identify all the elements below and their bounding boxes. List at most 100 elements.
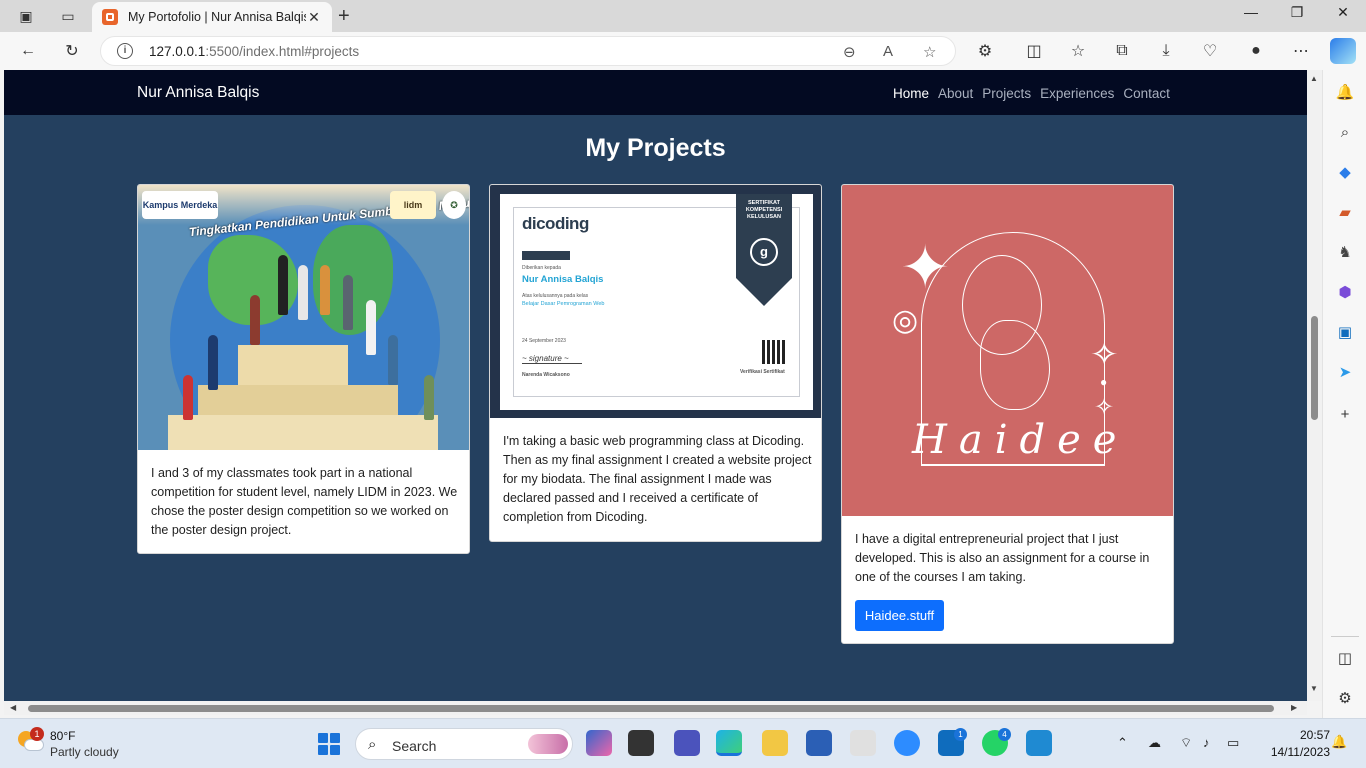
- task-view-icon[interactable]: [628, 730, 654, 756]
- tools-icon[interactable]: ▰: [1335, 202, 1355, 222]
- file-explorer-icon[interactable]: [762, 730, 788, 756]
- workspaces-icon[interactable]: ▣: [16, 6, 36, 26]
- start-button[interactable]: [318, 733, 340, 755]
- minimize-icon[interactable]: —: [1228, 4, 1274, 20]
- extensions-icon[interactable]: ⚙: [974, 40, 996, 62]
- scroll-up-icon[interactable]: ▲: [1310, 74, 1318, 83]
- poster-figure: [183, 375, 193, 420]
- nav-experiences[interactable]: Experiences: [1040, 86, 1114, 101]
- zoom-out-icon[interactable]: ⊖: [843, 43, 856, 61]
- scroll-right-icon[interactable]: ▶: [1291, 703, 1297, 712]
- poster-figure: [320, 265, 330, 315]
- browser-toolbar: ← ↻ i 127.0.0.1:5500/index.html#projects…: [0, 32, 1366, 70]
- tab-title: My Portofolio | Nur Annisa Balqis: [128, 10, 306, 24]
- weather-temp[interactable]: 80°F: [50, 729, 75, 743]
- refresh-icon[interactable]: ↻: [61, 40, 83, 62]
- mail-badge: 1: [954, 728, 967, 741]
- site-info-icon[interactable]: i: [117, 43, 133, 59]
- nav-projects[interactable]: Projects: [982, 86, 1031, 101]
- vertical-tabs-icon[interactable]: ▭: [58, 6, 78, 26]
- scroll-down-icon[interactable]: ▼: [1310, 684, 1318, 693]
- games-icon[interactable]: ♞: [1335, 242, 1355, 262]
- logo-arch-base: [921, 464, 1105, 466]
- teams-icon[interactable]: [674, 730, 700, 756]
- taskbar-search[interactable]: ⌕ Search: [355, 728, 573, 760]
- profile-icon[interactable]: ●: [1245, 40, 1267, 62]
- nav-home[interactable]: Home: [893, 86, 929, 101]
- add-sidebar-app-icon[interactable]: +: [1335, 404, 1355, 424]
- cert-passed-text: Atas kelulusannya pada kelas: [522, 293, 589, 299]
- onedrive-icon[interactable]: ☁: [1148, 735, 1161, 751]
- browser-tab-strip: ▣ ▭ My Portofolio | Nur Annisa Balqis ✕ …: [0, 0, 1366, 32]
- sidebar-settings-icon[interactable]: ⚙: [1335, 688, 1355, 708]
- more-menu-icon[interactable]: ⋯: [1290, 40, 1312, 62]
- collections-icon[interactable]: ⧉: [1111, 40, 1133, 62]
- url-text[interactable]: 127.0.0.1:5500/index.html#projects: [149, 44, 359, 59]
- outlook-icon[interactable]: ▣: [1335, 322, 1355, 342]
- clock-date[interactable]: 14/11/2023: [1256, 745, 1330, 759]
- back-icon[interactable]: ←: [17, 40, 39, 62]
- copilot-icon[interactable]: [1330, 38, 1356, 64]
- notifications-bell-icon[interactable]: 🔔: [1335, 82, 1355, 102]
- show-hidden-icons-icon[interactable]: ⌃: [1117, 735, 1128, 751]
- battery-icon[interactable]: ▭: [1227, 735, 1239, 751]
- certificate-sheet: SERTIFIKAT KOMPETENSI KELULUSAN g dicodi…: [500, 194, 813, 410]
- close-tab-icon[interactable]: ✕: [306, 9, 322, 26]
- split-screen-icon[interactable]: ◫: [1023, 40, 1045, 62]
- downloads-icon[interactable]: ⤓: [1155, 40, 1177, 62]
- microsoft-365-icon[interactable]: ⬢: [1335, 282, 1355, 302]
- dicoding-certificate-image: SERTIFIKAT KOMPETENSI KELULUSAN g dicodi…: [490, 185, 821, 418]
- lidm-logo: lidm: [390, 191, 436, 219]
- shopping-tag-icon[interactable]: ◆: [1335, 162, 1355, 182]
- poster-figure: [208, 335, 218, 390]
- snipping-tool-icon[interactable]: [850, 730, 876, 756]
- horizontal-scroll-thumb[interactable]: [28, 705, 1274, 712]
- dicoding-badge-icon: g: [750, 238, 778, 266]
- project-description: I and 3 of my classmates took part in a …: [151, 466, 458, 537]
- wifi-icon[interactable]: ⌔: [1180, 735, 1192, 751]
- copilot-app-icon[interactable]: [586, 730, 612, 756]
- search-icon: ⌕: [368, 736, 377, 753]
- windows-taskbar: 1 80°F Partly cloudy ⌕ Search 1 4 ⌃ ☁ ⌔ …: [0, 718, 1366, 768]
- haidee-stuff-button[interactable]: Haidee.stuff: [855, 600, 944, 631]
- volume-icon[interactable]: ♪: [1203, 735, 1210, 750]
- site-brand[interactable]: Nur Annisa Balqis: [137, 84, 259, 102]
- close-window-icon[interactable]: ✕: [1320, 4, 1366, 21]
- new-tab-icon[interactable]: +: [338, 5, 350, 28]
- horizontal-scrollbar[interactable]: ◀ ▶: [4, 701, 1307, 715]
- dicoding-logo: dicoding: [522, 214, 589, 233]
- notification-bell-icon[interactable]: 🔔: [1331, 734, 1347, 750]
- favorites-icon[interactable]: ☆: [1067, 40, 1089, 62]
- microsoft-store-icon[interactable]: [806, 730, 832, 756]
- hide-sidebar-icon[interactable]: ◫: [1335, 648, 1355, 668]
- active-tab[interactable]: My Portofolio | Nur Annisa Balqis ✕: [92, 2, 332, 32]
- vscode-icon[interactable]: [1026, 730, 1052, 756]
- site-navbar: Nur Annisa Balqis Home About Projects Ex…: [4, 70, 1307, 115]
- haidee-logo-image: ✦ ◎ ✧ ✧ ● Haidee: [842, 185, 1173, 516]
- cert-course-name: Belajar Dasar Pemrograman Web: [522, 301, 605, 307]
- tab-favicon-icon: [102, 9, 118, 25]
- nav-about[interactable]: About: [938, 86, 973, 101]
- scroll-left-icon[interactable]: ◀: [10, 703, 16, 712]
- read-aloud-icon[interactable]: A: [883, 43, 893, 60]
- whatsapp-badge: 4: [998, 728, 1011, 741]
- drop-icon[interactable]: ➤: [1335, 362, 1355, 382]
- address-bar[interactable]: i 127.0.0.1:5500/index.html#projects ⊖ A…: [100, 36, 956, 66]
- weather-condition[interactable]: Partly cloudy: [50, 745, 119, 759]
- search-icon[interactable]: ⌕: [1335, 122, 1355, 142]
- favorite-star-icon[interactable]: ☆: [923, 43, 936, 61]
- browser-essentials-icon[interactable]: ♡: [1199, 40, 1221, 62]
- sidebar-divider: [1331, 636, 1359, 637]
- cert-signer: Narenda Wicaksono: [522, 372, 570, 378]
- weather-badge: 1: [30, 727, 44, 741]
- vertical-scroll-thumb[interactable]: [1311, 316, 1318, 420]
- edge-icon[interactable]: [716, 730, 742, 756]
- zoom-icon[interactable]: [894, 730, 920, 756]
- vertical-scrollbar[interactable]: ▲ ▼: [1307, 70, 1322, 701]
- nav-contact[interactable]: Contact: [1123, 86, 1170, 101]
- cert-verify: Verifikasi Sertifikat: [740, 369, 785, 375]
- restore-icon[interactable]: ❐: [1274, 4, 1320, 21]
- site-menu: Home About Projects Experiences Contact: [893, 86, 1170, 101]
- project-card-dicoding: SERTIFIKAT KOMPETENSI KELULUSAN g dicodi…: [489, 184, 822, 542]
- clock-time[interactable]: 20:57: [1280, 728, 1330, 742]
